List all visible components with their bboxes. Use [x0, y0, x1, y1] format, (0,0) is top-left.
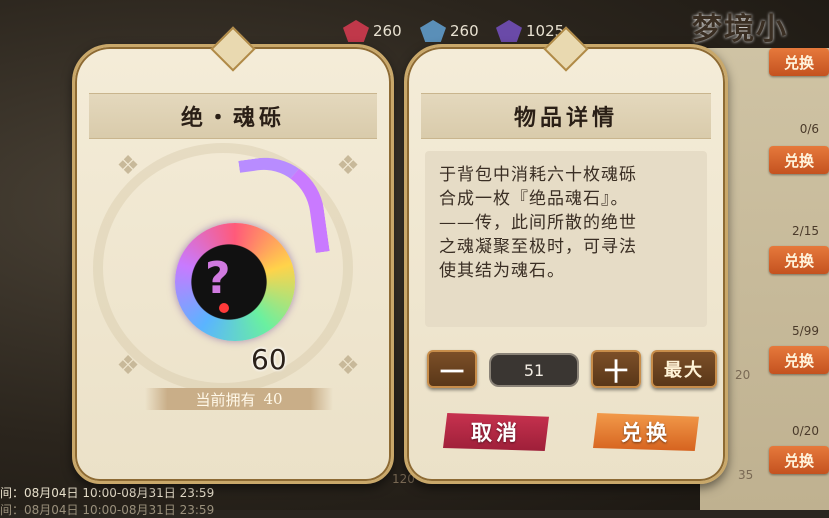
description-box: 于背包中消耗六十枚魂砾 合成一枚『绝品魂石』。 ——传，此间所散的绝世 之魂凝聚…	[425, 151, 707, 327]
exchange-row-button[interactable]: 兑换	[769, 146, 829, 174]
question-mark-icon: ?	[205, 253, 231, 304]
detail-title-band: 物品详情	[421, 93, 711, 139]
cloud-ornament-icon: ❖	[336, 151, 360, 181]
detail-card: 物品详情 于背包中消耗六十枚魂砾 合成一枚『绝品魂石』。 ——传，此间所散的绝世…	[404, 44, 728, 484]
orb-dot	[219, 303, 229, 313]
item-title: 绝・魂砾	[180, 105, 285, 131]
cloud-ornament-icon: ❖	[116, 351, 140, 381]
decrease-button[interactable]: 一	[427, 350, 477, 388]
exchange-button[interactable]: 兑换	[593, 413, 699, 451]
event-title: 梦境小	[692, 12, 788, 47]
cancel-button[interactable]: 取消	[443, 413, 549, 451]
cloud-ornament-icon: ❖	[336, 351, 360, 381]
exchange-row-button[interactable]: 兑换	[769, 446, 829, 474]
owned-label: 当前拥有	[195, 390, 256, 409]
bg-number: 35	[738, 468, 754, 482]
orb-body	[175, 223, 295, 341]
exchange-row-button[interactable]: 兑换	[769, 246, 829, 274]
currency-red-value: 260	[373, 22, 402, 40]
max-button[interactable]: 最大	[651, 350, 717, 388]
detail-title: 物品详情	[513, 105, 618, 131]
owned-count-bar: 当前拥有 40	[145, 388, 333, 410]
exchange-row-count: 2/15	[792, 224, 819, 238]
purple-gem-icon	[496, 20, 522, 42]
item-required-count: 60	[251, 343, 287, 376]
blue-gem-icon	[420, 20, 446, 42]
cloud-ornament-icon: ❖	[116, 151, 140, 181]
currency-blue-value: 260	[450, 22, 479, 40]
item-title-band: 绝・魂砾	[89, 93, 377, 139]
exchange-row-button[interactable]: 兑换	[769, 346, 829, 374]
increase-button[interactable]: 十	[591, 350, 641, 388]
exchange-row-count: 0/6	[799, 122, 819, 136]
exchange-row-count: 0/20	[792, 424, 819, 438]
exchange-row-button[interactable]: 兑换	[769, 48, 829, 76]
quantity-field[interactable]: 51	[489, 353, 579, 387]
bg-number: 20	[735, 368, 751, 382]
red-gem-icon	[343, 20, 369, 42]
owned-value: 40	[263, 390, 283, 408]
currency-blue: 260	[420, 16, 479, 46]
soul-fragment-icon: ?	[153, 150, 330, 365]
currency-red: 260	[343, 16, 402, 46]
item-card: 绝・魂砾 ❖ ❖ ❖ ❖ ? 60 当前拥有 40	[72, 44, 394, 484]
item-description: 于背包中消耗六十枚魂砾 合成一枚『绝品魂石』。 ——传，此间所散的绝世 之魂凝聚…	[439, 165, 637, 281]
event-time-range: 间：08月04日 10:00-08月31日 23:59	[0, 486, 215, 500]
exchange-row-count: 5/99	[792, 324, 819, 338]
